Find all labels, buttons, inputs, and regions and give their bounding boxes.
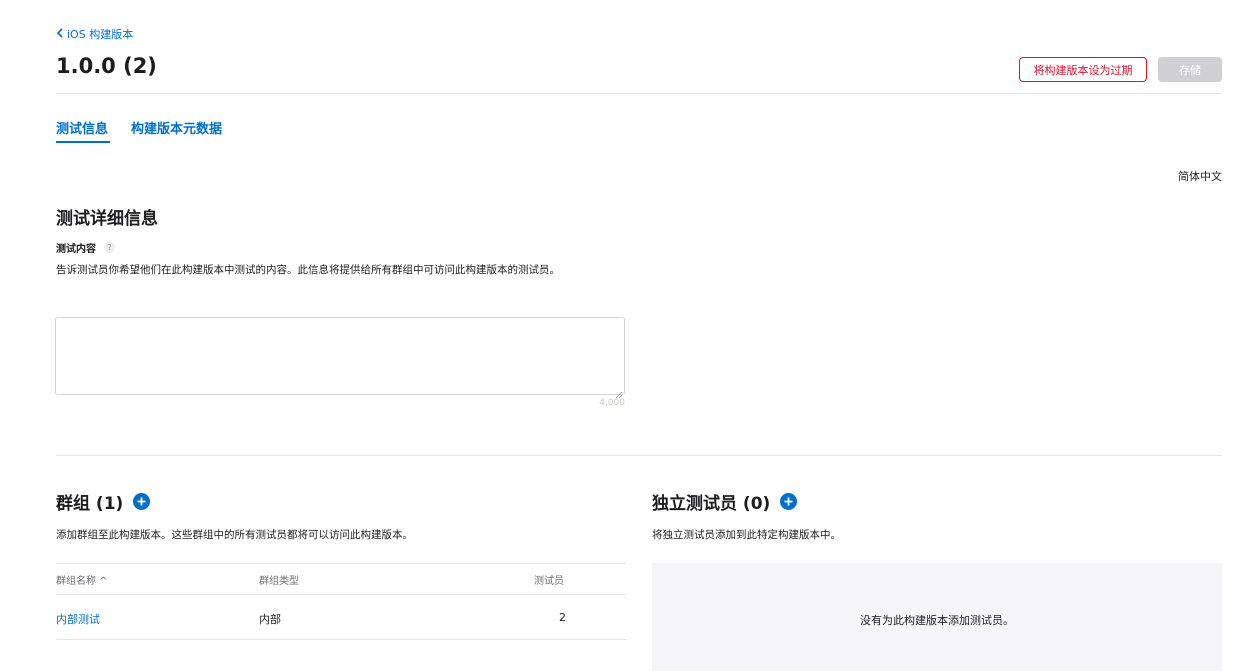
test-content-description: 告诉测试员你希望他们在此构建版本中测试的内容。此信息将提供给所有群组中可访问此构… <box>56 264 560 276</box>
character-counter: 4,000 <box>599 398 625 408</box>
groups-header: 群组 (1) <box>56 489 151 514</box>
resize-handle-icon[interactable] <box>615 384 623 399</box>
empty-state-message: 没有为此构建版本添加测试员。 <box>860 614 1014 627</box>
language-selector[interactable]: 简体中文 <box>1178 168 1222 184</box>
header-divider <box>56 93 1222 94</box>
table-row-border <box>56 639 626 640</box>
test-details-heading: 测试详细信息 <box>56 209 158 229</box>
help-icon[interactable]: ? <box>104 242 115 253</box>
test-content-textarea[interactable] <box>55 317 625 395</box>
column-header-group-name[interactable]: 群组名称 ^ <box>56 572 108 587</box>
individual-testers-header: 独立测试员 (0) <box>652 489 798 514</box>
back-link[interactable]: iOS 构建版本 <box>56 26 133 42</box>
individual-testers-heading: 独立测试员 (0) <box>652 494 771 514</box>
add-tester-icon[interactable] <box>780 493 798 510</box>
table-top-border <box>56 563 626 564</box>
table-header-border <box>56 594 626 595</box>
groups-heading: 群组 (1) <box>56 494 124 514</box>
tab-build-metadata[interactable]: 构建版本元数据 <box>131 118 222 137</box>
individual-testers-description: 将独立测试员添加到此特定构建版本中。 <box>652 529 841 541</box>
page-title: 1.0.0 (2) <box>56 54 157 78</box>
group-name-link[interactable]: 内部测试 <box>56 611 100 627</box>
test-content-label: 测试内容 <box>56 244 96 255</box>
chevron-left-icon <box>56 28 63 40</box>
tab-test-information[interactable]: 测试信息 <box>56 118 108 137</box>
back-link-label: iOS 构建版本 <box>67 28 134 41</box>
test-content-label-row: 测试内容 ? <box>56 240 115 255</box>
tester-count-cell: 2 <box>559 611 566 624</box>
column-header-group-type: 群组类型 <box>259 576 299 587</box>
add-group-icon[interactable] <box>133 493 151 510</box>
section-divider <box>56 455 1222 456</box>
groups-description: 添加群组至此构建版本。这些群组中的所有测试员都将可以访问此构建版本。 <box>56 529 413 541</box>
expire-build-button[interactable]: 将构建版本设为过期 <box>1019 57 1147 82</box>
active-tab-indicator <box>56 141 110 143</box>
column-header-testers: 测试员 <box>534 576 564 587</box>
group-type-cell: 内部 <box>259 613 281 626</box>
save-button[interactable]: 存储 <box>1158 57 1222 82</box>
